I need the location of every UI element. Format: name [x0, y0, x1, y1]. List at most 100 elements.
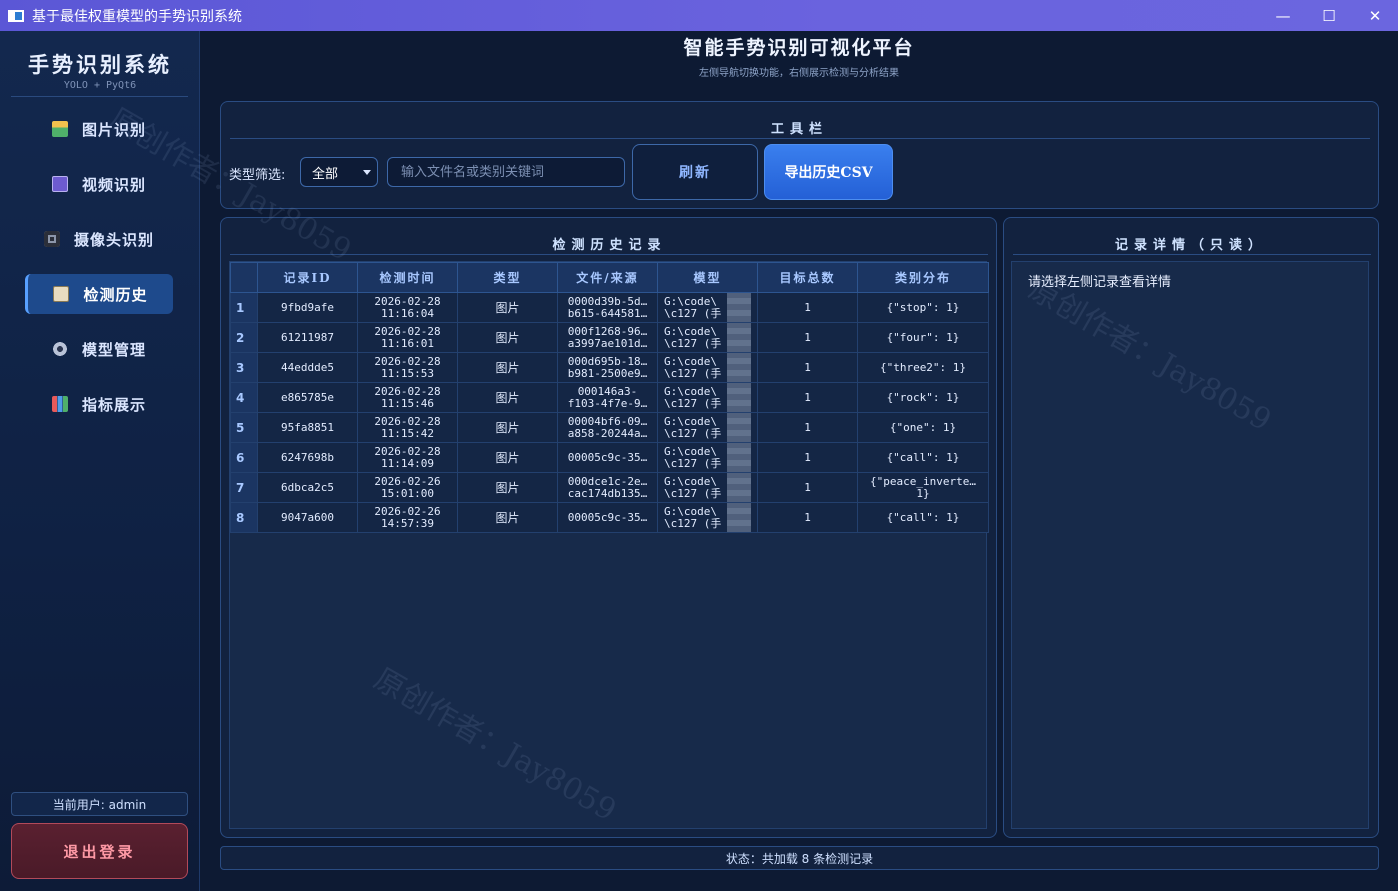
- picture-icon: [51, 121, 68, 137]
- cell-source-line1: 000d695b-18…: [567, 355, 648, 368]
- cell-source-line1: 000f1268-96…: [567, 325, 648, 338]
- table-row[interactable]: 6 6247698b 2026-02-28 11:14:09 图片 00005c9c-35…: [230, 442, 989, 473]
- cell-distribution: {"three2": 1}: [857, 352, 989, 383]
- cell-date-line: 2026-02-28: [374, 355, 441, 368]
- maximize-icon[interactable]: ☐: [1306, 0, 1352, 31]
- sidebar-item-video-recognition[interactable]: 视频识别: [25, 164, 173, 204]
- search-input[interactable]: [387, 157, 625, 187]
- column-header-model[interactable]: 模型: [657, 262, 758, 293]
- type-filter-select[interactable]: 全部: [300, 157, 378, 187]
- cell-source: 0000d39b-5d… b615-644581…: [557, 292, 658, 323]
- column-header-id[interactable]: 记录ID: [257, 262, 358, 293]
- detail-title: 记录详情（只读）: [1114, 238, 1267, 253]
- cell-target-count: 1: [757, 352, 858, 383]
- chevron-down-icon: [363, 170, 371, 175]
- column-header-time[interactable]: 检测时间: [357, 262, 458, 293]
- column-header-count[interactable]: 目标总数: [757, 262, 858, 293]
- cell-type: 图片: [457, 322, 558, 353]
- cell-record-id: 9047a600: [257, 502, 358, 533]
- column-header-type[interactable]: 类型: [457, 262, 558, 293]
- redaction-mosaic: [727, 503, 751, 532]
- history-table[interactable]: 记录ID 检测时间 类型 文件/来源 模型 目标总数 类别分布 1 9fbd9af…: [229, 261, 989, 829]
- type-filter-label: 类型筛选:: [229, 168, 286, 183]
- sidebar-item-label: 检测历史: [83, 285, 148, 304]
- redaction-mosaic: [727, 413, 751, 442]
- cell-source: 000dce1c-2e… cac174db135…: [557, 472, 658, 503]
- table-row[interactable]: 7 6dbca2c5 2026-02-26 15:01:00 图片 000dce1c-2e…: [230, 472, 989, 503]
- cell-distribution: {"call": 1}: [857, 442, 989, 473]
- cell-distribution: {"rock": 1}: [857, 382, 989, 413]
- row-number[interactable]: 3: [230, 352, 258, 383]
- sidebar-item-model-management[interactable]: 模型管理: [25, 329, 173, 369]
- cell-distribution: {"call": 1}: [857, 502, 989, 533]
- cell-time-line: 11:16:01: [381, 337, 434, 350]
- table-row[interactable]: 3 44eddde5 2026-02-28 11:15:53 图片 000d695b-18…: [230, 352, 989, 383]
- row-number[interactable]: 6: [230, 442, 258, 473]
- cell-record-id: 9fbd9afe: [257, 292, 358, 323]
- cell-date-line: 2026-02-26: [374, 475, 441, 488]
- cell-time-line: 11:15:42: [381, 427, 434, 440]
- cell-model: G:\code\ \c127 (手: [657, 322, 758, 353]
- cell-time-line: 15:01:00: [381, 487, 434, 500]
- sidebar-item-detection-history[interactable]: 检测历史: [25, 274, 173, 314]
- refresh-button[interactable]: 刷新: [632, 144, 758, 200]
- cell-source: 000f1268-96… a3997ae101d…: [557, 322, 658, 353]
- cell-record-id: 44eddde5: [257, 352, 358, 383]
- cell-target-count: 1: [757, 322, 858, 353]
- table-corner[interactable]: [230, 262, 258, 293]
- table-row[interactable]: 1 9fbd9afe 2026-02-28 11:16:04 图片 0000d39b-5d…: [230, 292, 989, 323]
- cell-target-count: 1: [757, 502, 858, 533]
- close-icon[interactable]: ✕: [1352, 0, 1398, 31]
- cell-time: 2026-02-26 15:01:00: [357, 472, 458, 503]
- row-number[interactable]: 8: [230, 502, 258, 533]
- logout-button[interactable]: 退出登录: [11, 823, 188, 879]
- cell-date-line: 2026-02-28: [374, 295, 441, 308]
- cell-distribution-line1: {"peace_inverte…: [870, 475, 976, 488]
- cell-distribution-line1: {"call": 1}: [886, 451, 960, 464]
- cell-time-line: 11:15:46: [381, 397, 434, 410]
- cell-model: G:\code\ \c127 (手: [657, 292, 758, 323]
- minimize-icon[interactable]: —: [1260, 0, 1306, 31]
- cell-distribution: {"stop": 1}: [857, 292, 989, 323]
- cell-date-line: 2026-02-28: [374, 415, 441, 428]
- brand-divider: [11, 96, 188, 97]
- cell-distribution: {"one": 1}: [857, 412, 989, 443]
- cell-source: 00004bf6-09… a858-20244a…: [557, 412, 658, 443]
- export-csv-button[interactable]: 导出历史CSV: [764, 144, 893, 200]
- row-number[interactable]: 5: [230, 412, 258, 443]
- row-number[interactable]: 7: [230, 472, 258, 503]
- cell-time: 2026-02-28 11:15:46: [357, 382, 458, 413]
- cell-record-id: e865785e: [257, 382, 358, 413]
- sidebar-item-metrics[interactable]: 指标展示: [25, 384, 173, 424]
- row-number[interactable]: 4: [230, 382, 258, 413]
- cell-record-id: 61211987: [257, 322, 358, 353]
- cell-source: 00005c9c-35…: [557, 442, 658, 473]
- window-title: 基于最佳权重模型的手势识别系统: [32, 8, 242, 25]
- cell-distribution-line1: {"rock": 1}: [886, 391, 960, 404]
- sidebar-item-camera-recognition[interactable]: 摄像头识别: [25, 219, 173, 259]
- row-number[interactable]: 1: [230, 292, 258, 323]
- cell-distribution: {"four": 1}: [857, 322, 989, 353]
- sidebar-item-label: 模型管理: [81, 340, 146, 359]
- cell-source-line2: a858-20244a…: [567, 427, 648, 440]
- table-row[interactable]: 8 9047a600 2026-02-26 14:57:39 图片 00005c9c-35…: [230, 502, 989, 533]
- table-row[interactable]: 4 e865785e 2026-02-28 11:15:46 图片 000146a3- f1…: [230, 382, 989, 413]
- column-header-distribution[interactable]: 类别分布: [857, 262, 989, 293]
- sidebar-item-label: 摄像头识别: [73, 230, 154, 249]
- cell-source-line1: 00005c9c-35…: [567, 451, 648, 464]
- app-icon: [8, 9, 24, 22]
- table-row[interactable]: 5 95fa8851 2026-02-28 11:15:42 图片 00004bf6-09…: [230, 412, 989, 443]
- cell-source-line1: 000dce1c-2e…: [567, 475, 648, 488]
- bar-chart-icon: [51, 396, 68, 412]
- detail-placeholder: 请选择左侧记录查看详情: [1028, 275, 1172, 290]
- detail-textbox[interactable]: 请选择左侧记录查看详情: [1011, 261, 1369, 829]
- table-row[interactable]: 2 61211987 2026-02-28 11:16:01 图片 000f1268-96…: [230, 322, 989, 353]
- cell-type: 图片: [457, 352, 558, 383]
- row-number[interactable]: 2: [230, 322, 258, 353]
- table-header-row: 记录ID 检测时间 类型 文件/来源 模型 目标总数 类别分布: [230, 262, 989, 293]
- history-divider: [230, 254, 988, 255]
- cell-distribution-line1: {"stop": 1}: [886, 301, 960, 314]
- column-header-source[interactable]: 文件/来源: [557, 262, 658, 293]
- sidebar-item-image-recognition[interactable]: 图片识别: [25, 109, 173, 149]
- notepad-icon: [53, 286, 70, 302]
